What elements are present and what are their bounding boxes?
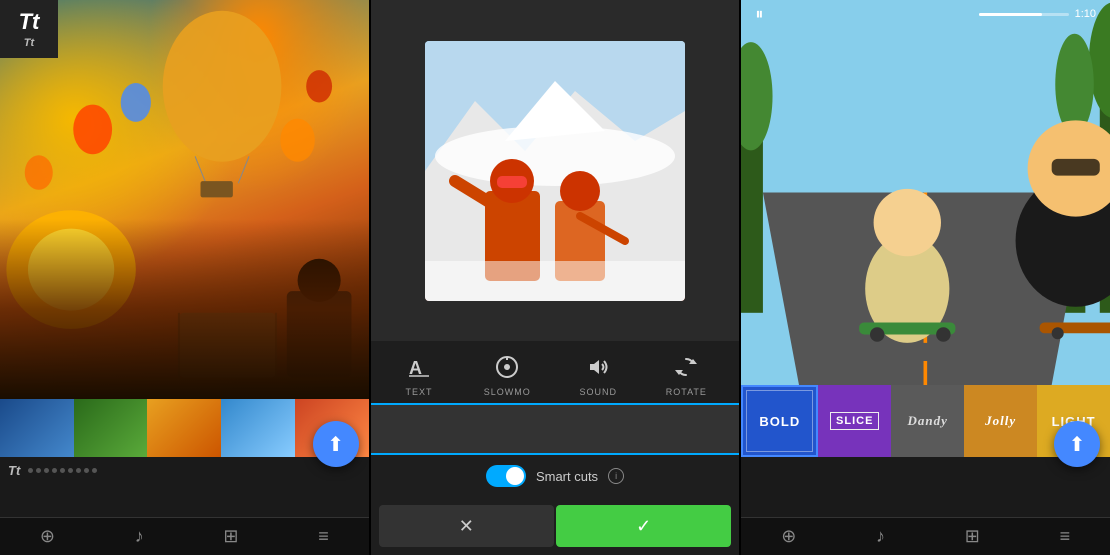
progress-fill [979, 13, 1042, 16]
action-bar: ✕ ✓ [371, 497, 740, 555]
play-pause-icon: ⏸ [755, 6, 763, 23]
smart-cuts-toggle[interactable] [486, 465, 526, 487]
balloon-scene [0, 0, 369, 399]
rotate-icon [670, 351, 702, 383]
text-tool[interactable]: A TEXT [403, 351, 435, 397]
video-frame [425, 41, 685, 301]
add-clip-icon-3[interactable]: ⊕ [781, 526, 796, 547]
p2-thumb-6[interactable] [678, 405, 739, 453]
rotate-label: ROTATE [666, 387, 707, 397]
p2-thumb-1[interactable] [371, 405, 432, 453]
filter-dandy-label: Dandy [907, 413, 947, 429]
sound-icon [582, 351, 614, 383]
info-icon[interactable]: i [608, 468, 624, 484]
filter-slice-label: SLICE [830, 412, 879, 430]
filter-dandy[interactable]: Dandy [891, 385, 964, 457]
nav-bar-1: ⊕ ♪ ⊞ ≡ [0, 517, 369, 555]
music-icon[interactable]: ♪ [135, 526, 144, 547]
p2-thumb-5[interactable] [616, 405, 677, 453]
dots-decoration [28, 468, 360, 473]
upload-icon-3: ⬆ [1069, 432, 1086, 457]
grid-icon[interactable]: ⊞ [223, 526, 238, 547]
settings-icon-3[interactable]: ≡ [1060, 526, 1071, 547]
rotate-tool[interactable]: ROTATE [666, 351, 707, 397]
progress-bar-container: 1:10 [979, 8, 1096, 20]
settings-icon[interactable]: ≡ [318, 526, 329, 547]
filter-jolly-label: Jolly [985, 413, 1016, 429]
filter-bold-label: BOLD [759, 414, 800, 429]
grid-icon-3[interactable]: ⊞ [965, 526, 980, 547]
main-video-area-1 [0, 0, 369, 399]
cancel-icon: ✕ [459, 516, 474, 537]
upload-icon-1: ⬆ [327, 432, 344, 457]
main-video-area-3: ⏸ 1:10 [741, 0, 1110, 385]
text-tool-label: Tt [8, 463, 20, 478]
p2-thumb-3[interactable] [494, 405, 555, 453]
fab-button-1[interactable]: ⬆ [313, 421, 359, 467]
progress-track[interactable] [979, 13, 1069, 16]
slowmo-tool[interactable]: SLOWMO [484, 351, 531, 397]
panel-1: Tt Tt Tt ⬆ ⊕ ♪ ⊞ ≡ [0, 0, 369, 555]
cancel-button[interactable]: ✕ [379, 505, 554, 547]
p2-thumb-2[interactable] [432, 405, 493, 453]
sound-label: SOUND [580, 387, 618, 397]
thumb-2[interactable] [74, 399, 148, 457]
main-video-area-2 [371, 0, 740, 341]
filter-bold[interactable]: BOLD [741, 385, 818, 457]
smart-cuts-label: Smart cuts [536, 469, 598, 484]
filter-jolly[interactable]: Jolly [964, 385, 1037, 457]
slowmo-label: SLOWMO [484, 387, 531, 397]
bottom-section-3: ⬆ [741, 457, 1110, 517]
text-label: TEXT [406, 387, 433, 397]
filter-slice[interactable]: SLICE [818, 385, 891, 457]
fab-button-3[interactable]: ⬆ [1054, 421, 1100, 467]
confirm-button[interactable]: ✓ [556, 505, 731, 547]
add-clip-icon[interactable]: ⊕ [40, 526, 55, 547]
time-label: 1:10 [1075, 8, 1096, 20]
thumbnail-strip-2 [371, 403, 740, 455]
thumb-4[interactable] [221, 399, 295, 457]
thumb-1[interactable] [0, 399, 74, 457]
panel-2: A TEXT SLOWMO [369, 0, 740, 555]
smart-cuts-row: Smart cuts i [371, 455, 740, 497]
text-icon: A [403, 351, 435, 383]
nav-bar-3: ⊕ ♪ ⊞ ≡ [741, 517, 1110, 555]
edit-tools: A TEXT SLOWMO [371, 341, 740, 403]
p2-thumb-4[interactable] [555, 405, 616, 453]
sound-tool[interactable]: SOUND [580, 351, 618, 397]
music-icon-3[interactable]: ♪ [876, 526, 885, 547]
play-pause-button[interactable]: ⏸ [755, 6, 763, 24]
text-tool-row: Tt [8, 463, 361, 478]
bottom-section-1: Tt ⬆ [0, 457, 369, 517]
panel-3: ⏸ 1:10 BOLD SLICE Dandy Jolly LIGHT [739, 0, 1110, 555]
slowmo-icon [491, 351, 523, 383]
toggle-knob [506, 467, 524, 485]
thumb-3[interactable] [147, 399, 221, 457]
confirm-icon: ✓ [636, 516, 651, 537]
svg-text:A: A [409, 358, 422, 378]
